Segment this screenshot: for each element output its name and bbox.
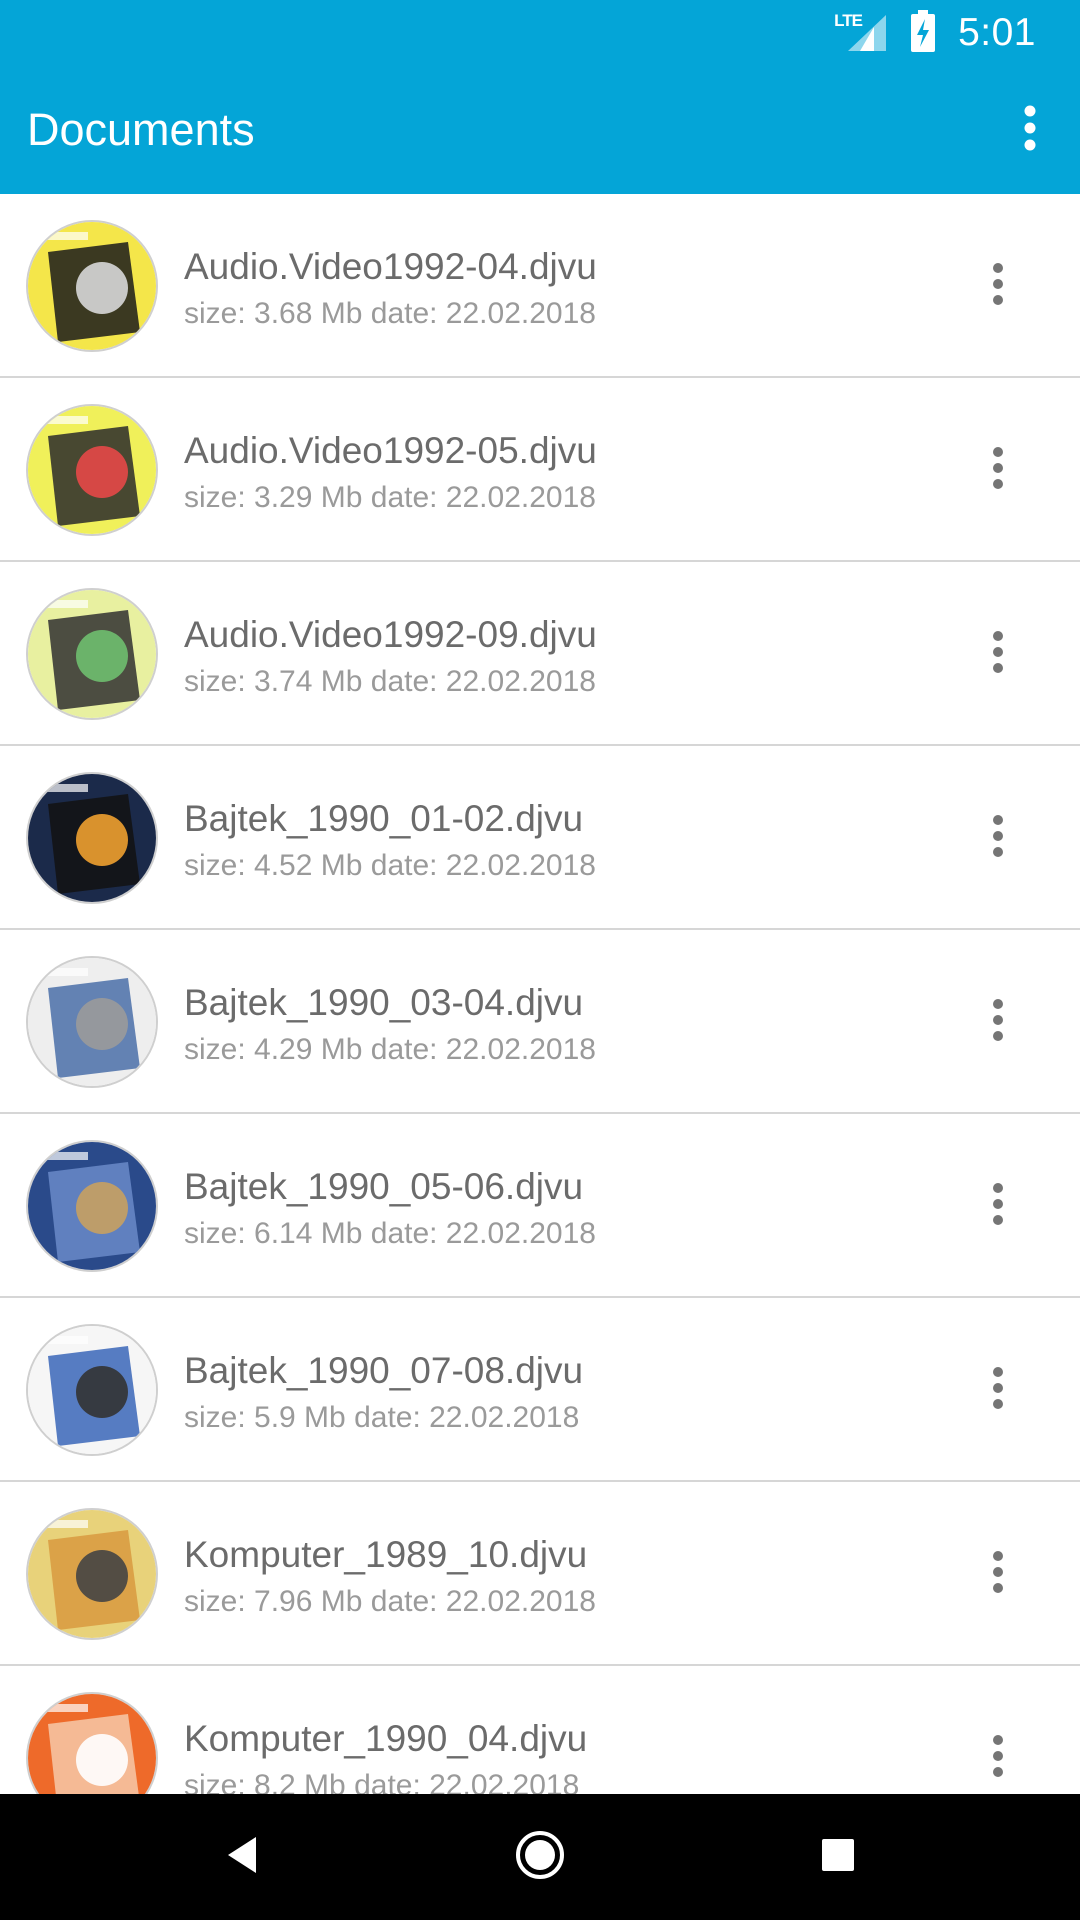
document-thumbnail: [26, 220, 158, 352]
document-name: Bajtek_1990_03-04.djvu: [184, 982, 584, 1023]
document-meta: size: 3.29 Mb date: 22.02.2018: [184, 481, 596, 514]
document-thumbnail: [26, 1140, 158, 1272]
recents-square-icon: [821, 1838, 855, 1877]
more-vert-icon: [992, 1182, 1004, 1231]
more-vert-icon: [992, 1550, 1004, 1599]
page-title: Documents: [27, 104, 255, 155]
document-meta: size: 3.74 Mb date: 22.02.2018: [184, 665, 596, 698]
document-name: Bajtek_1990_05-06.djvu: [184, 1166, 584, 1207]
document-name: Audio.Video1992-05.djvu: [184, 430, 597, 471]
document-row[interactable]: Bajtek_1990_01-02.djvu size: 4.52 Mb date…: [0, 746, 1080, 930]
document-meta: size: 3.68 Mb date: 22.02.2018: [184, 297, 596, 330]
document-row[interactable]: Bajtek_1990_03-04.djvu size: 4.29 Mb date…: [0, 930, 1080, 1114]
app-bar: LTE 5:01 Documents: [0, 0, 1080, 194]
document-meta: size: 6.14 Mb date: 22.02.2018: [184, 1217, 596, 1250]
document-menu-button[interactable]: [980, 1350, 1016, 1430]
document-name: Bajtek_1990_07-08.djvu: [184, 1350, 584, 1391]
more-vert-icon: [992, 630, 1004, 679]
toolbar: Documents: [0, 66, 1080, 194]
recents-button[interactable]: [798, 1822, 878, 1892]
document-row[interactable]: Bajtek_1990_05-06.djvu size: 6.14 Mb date…: [0, 1114, 1080, 1298]
more-vert-icon: [1023, 105, 1037, 156]
more-vert-icon: [992, 1366, 1004, 1415]
document-thumbnail: [26, 772, 158, 904]
document-menu-button[interactable]: [980, 430, 1016, 510]
document-name: Audio.Video1992-04.djvu: [184, 246, 597, 287]
document-thumbnail: [26, 1324, 158, 1456]
document-menu-button[interactable]: [980, 1718, 1016, 1794]
network-type-label: LTE: [834, 11, 863, 30]
document-list[interactable]: Audio.Video1992-04.djvu size: 3.68 Mb dat…: [0, 194, 1080, 1794]
document-name: Bajtek_1990_01-02.djvu: [184, 798, 584, 839]
more-vert-icon: [992, 262, 1004, 311]
document-menu-button[interactable]: [980, 1166, 1016, 1246]
document-meta: size: 4.29 Mb date: 22.02.2018: [184, 1033, 596, 1066]
back-triangle-icon: [224, 1835, 260, 1880]
navigation-bar: [0, 1794, 1080, 1920]
document-row[interactable]: Komputer_1990_04.djvu size: 8.2 Mb date: …: [0, 1666, 1080, 1794]
document-menu-button[interactable]: [980, 246, 1016, 326]
document-meta: size: 7.96 Mb date: 22.02.2018: [184, 1585, 596, 1618]
document-thumbnail: [26, 1508, 158, 1640]
home-circle-icon: [515, 1830, 565, 1885]
status-bar: LTE 5:01: [0, 0, 1080, 66]
more-vert-icon: [992, 1734, 1004, 1783]
document-name: Komputer_1989_10.djvu: [184, 1534, 588, 1575]
document-meta: size: 8.2 Mb date: 22.02.2018: [184, 1769, 580, 1794]
document-menu-button[interactable]: [980, 982, 1016, 1062]
more-vert-icon: [992, 814, 1004, 863]
status-icons: LTE 5:01: [834, 8, 1036, 58]
document-row[interactable]: Komputer_1989_10.djvu size: 7.96 Mb date:…: [0, 1482, 1080, 1666]
document-menu-button[interactable]: [980, 614, 1016, 694]
document-row[interactable]: Audio.Video1992-04.djvu size: 3.68 Mb dat…: [0, 194, 1080, 378]
back-button[interactable]: [202, 1822, 282, 1892]
home-button[interactable]: [500, 1822, 580, 1892]
document-row[interactable]: Bajtek_1990_07-08.djvu size: 5.9 Mb date:…: [0, 1298, 1080, 1482]
document-thumbnail: [26, 588, 158, 720]
lte-signal-icon: LTE: [834, 11, 888, 55]
document-row[interactable]: Audio.Video1992-09.djvu size: 3.74 Mb dat…: [0, 562, 1080, 746]
more-vert-icon: [992, 998, 1004, 1047]
document-thumbnail: [26, 1692, 158, 1794]
document-menu-button[interactable]: [980, 1534, 1016, 1614]
document-name: Komputer_1990_04.djvu: [184, 1718, 588, 1759]
document-meta: size: 4.52 Mb date: 22.02.2018: [184, 849, 596, 882]
document-row[interactable]: Audio.Video1992-05.djvu size: 3.29 Mb dat…: [0, 378, 1080, 562]
document-meta: size: 5.9 Mb date: 22.02.2018: [184, 1401, 580, 1434]
battery-charging-icon: [910, 9, 936, 58]
document-thumbnail: [26, 956, 158, 1088]
more-vert-icon: [992, 446, 1004, 495]
overflow-menu-button[interactable]: [998, 90, 1062, 170]
document-thumbnail: [26, 404, 158, 536]
document-name: Audio.Video1992-09.djvu: [184, 614, 597, 655]
status-time: 5:01: [958, 11, 1036, 54]
document-menu-button[interactable]: [980, 798, 1016, 878]
